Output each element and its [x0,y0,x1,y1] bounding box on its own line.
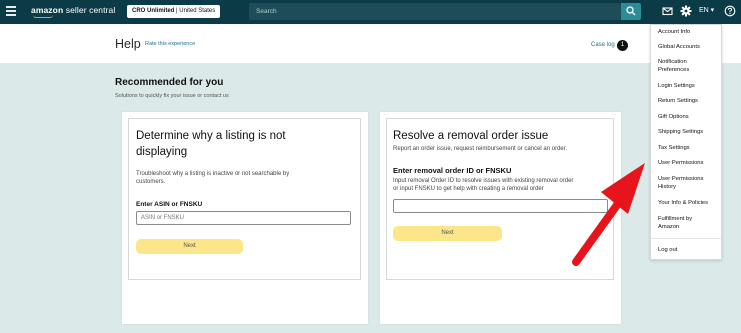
red-arrow-icon [572,163,645,266]
